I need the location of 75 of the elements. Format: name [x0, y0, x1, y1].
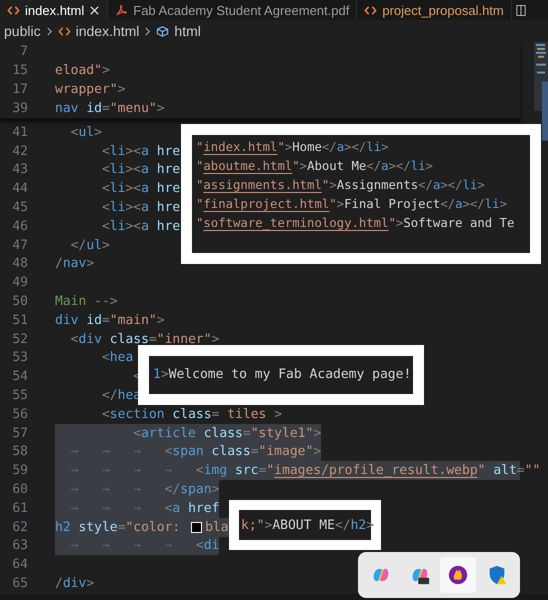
code-line: <article class="style1"> — [132, 424, 322, 443]
pdf-icon — [115, 4, 128, 16]
line-number: 65 — [11, 576, 28, 592]
code-line: div id="main"> — [55, 312, 165, 330]
code-line: /div> — [55, 575, 94, 593]
line-number: 61 — [11, 500, 28, 516]
line-number: 52 — [11, 332, 28, 347]
close-icon[interactable] — [89, 4, 100, 16]
code-line: <div class="inner"> — [70, 330, 220, 349]
line-number: 59 — [11, 463, 28, 478]
line-number: 15 — [11, 63, 28, 78]
code-line: → → → <a href — [70, 500, 220, 518]
code-line: wrapper"> — [55, 81, 126, 99]
code-line: "assignments.html">Assignments</a></li> — [196, 176, 485, 194]
cube-icon — [156, 24, 170, 38]
code-line: <section class= tiles > — [100, 406, 282, 424]
code-line: h2 style="color: — [55, 518, 182, 537]
code-brackets-icon — [364, 4, 378, 16]
code-line: </ul> — [70, 236, 110, 255]
line-number: 45 — [11, 200, 28, 216]
line-number: 63 — [11, 538, 28, 554]
code-brackets-icon — [7, 4, 20, 16]
line-number: 44 — [11, 181, 28, 196]
line-number: 62 — [11, 520, 28, 535]
line-number: 60 — [11, 482, 28, 498]
line-number: 50 — [11, 294, 28, 310]
code-line: → → → → <img src="images/profile_result.webp" alt="" — [70, 462, 540, 480]
breadcrumb-item[interactable]: index.html — [76, 23, 140, 39]
split-editor-icon[interactable] — [516, 4, 526, 16]
line-number: 51 — [11, 312, 28, 328]
code-line: "software_terminology.html">Software and Te — [196, 214, 514, 232]
code-line: bla — [205, 518, 229, 537]
code-line: <hea — [100, 349, 134, 368]
chevron-right-icon — [46, 26, 53, 36]
code-line: Main --> — [55, 293, 118, 311]
line-number: 49 — [11, 275, 28, 290]
code-line: nav id="menu"> — [55, 100, 165, 118]
code-line: <li><a hre — [100, 199, 180, 217]
line-number: 46 — [11, 218, 28, 234]
code-line: "finalproject.html">Final Project</a></li> — [196, 196, 507, 213]
color-swatch-icon[interactable] — [191, 522, 202, 533]
line-number: 48 — [11, 256, 28, 272]
line-number: 53 — [11, 350, 28, 366]
code-line: <li><a hre — [100, 180, 180, 198]
code-line: "aboutme.html">About Me</a></li> — [196, 158, 433, 176]
line-number: 39 — [11, 101, 28, 116]
line-number: 7 — [19, 44, 28, 59]
code-line: → → → </span> — [70, 481, 220, 499]
code-line: <ul> — [70, 124, 102, 142]
code-line: <li><a hre — [100, 218, 180, 236]
flame-circle-icon[interactable] — [447, 564, 470, 586]
line-number: 56 — [11, 406, 28, 422]
code-line: <li><a hre — [100, 161, 180, 180]
breadcrumb-item[interactable]: html — [174, 23, 201, 39]
code-line: eload"> — [55, 62, 110, 80]
line-number: 57 — [11, 426, 28, 441]
code-line: → → → → <di — [70, 537, 220, 556]
code-line: <li><a hre — [100, 142, 180, 161]
line-number: 55 — [11, 388, 28, 404]
line-number: 43 — [11, 162, 28, 178]
line-number: 17 — [11, 82, 28, 97]
line-number: 64 — [11, 557, 28, 572]
code-line: /nav> — [55, 255, 94, 274]
editor-tab[interactable]: index.html — [0, 0, 108, 20]
line-number: 54 — [11, 369, 28, 384]
code-line: "index.html">Home</a></li> — [196, 139, 389, 156]
line-number: 58 — [11, 444, 28, 460]
line-number: 47 — [11, 238, 28, 253]
line-number: 41 — [11, 124, 28, 140]
code-line: 1>Welcome to my Fab Academy page! — [153, 366, 412, 384]
code-brackets-icon — [58, 24, 71, 38]
breadcrumb-item[interactable]: public — [4, 23, 41, 39]
code-line: → → → <span class="image"> — [70, 443, 322, 462]
line-number: 42 — [11, 144, 28, 159]
chevron-right-icon — [144, 26, 152, 36]
